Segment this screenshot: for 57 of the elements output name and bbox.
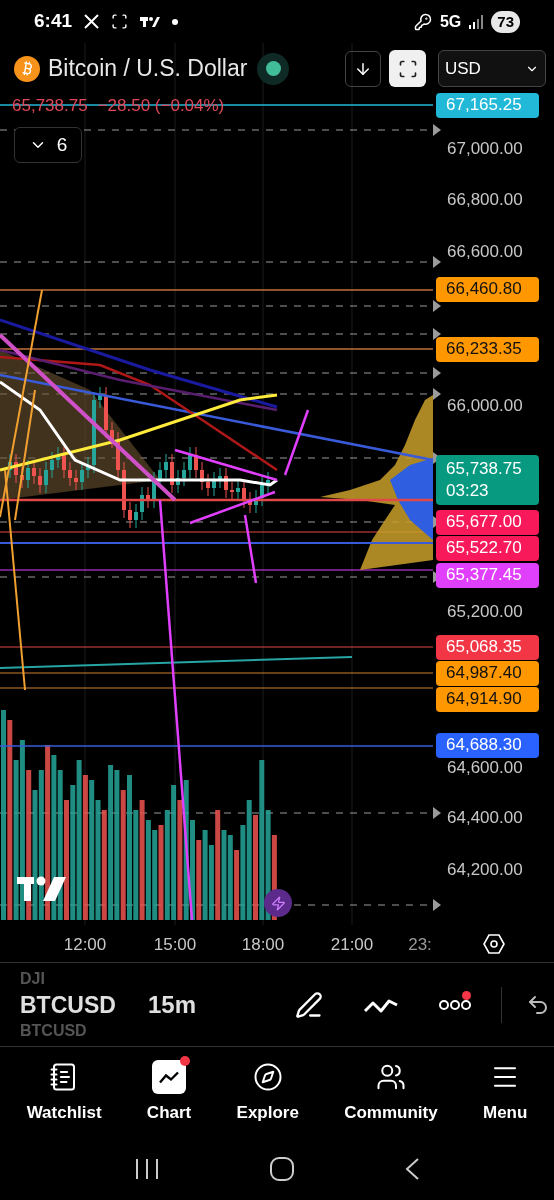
lightning-icon <box>270 895 286 911</box>
price-tag-value: 65,738.75 <box>446 458 523 480</box>
interval-label[interactable]: 15m <box>148 986 197 1023</box>
price-tick: 66,600.00 <box>447 242 523 262</box>
price-tag-value: 65,522.70 <box>446 537 523 559</box>
settings-icon[interactable] <box>482 932 506 956</box>
back-icon[interactable] <box>403 1157 420 1181</box>
clock: 6:41 <box>34 9 73 34</box>
bitcoin-icon <box>14 55 40 82</box>
logo-icon <box>17 875 67 903</box>
time-tick: 18:00 <box>241 934 285 956</box>
more-icon[interactable] <box>439 998 471 1011</box>
recent-apps-icon[interactable] <box>134 1158 161 1180</box>
nav-tab[interactable]: Chart <box>146 1060 192 1126</box>
price-tick: 67,000.00 <box>447 139 523 159</box>
time-tick: 23: <box>408 934 432 956</box>
nav-tab[interactable]: Community <box>344 1060 438 1126</box>
indicators-toggle[interactable]: 6 <box>14 127 82 163</box>
logo-icon <box>140 15 161 28</box>
nav-tab[interactable]: Explore <box>236 1060 299 1126</box>
symbol-option[interactable]: BTCUSD <box>20 991 130 1018</box>
price-tag-value: 64,688.30 <box>446 734 523 756</box>
countdown: 03:23 <box>446 480 490 502</box>
network-type: 5G <box>439 11 462 32</box>
x-logo-icon <box>84 14 100 29</box>
price-tag-value: 64,914.90 <box>446 688 523 710</box>
nav-tab[interactable]: Menu <box>482 1060 528 1126</box>
time-tick: 12:00 <box>63 934 107 956</box>
price-tag-value: 65,677.00 <box>446 511 523 533</box>
fullscreen-button[interactable] <box>389 50 426 87</box>
nav-tab[interactable]: Watchlist <box>26 1060 102 1126</box>
signal-icon <box>469 14 484 29</box>
time-tick: 21:00 <box>330 934 374 956</box>
key-icon <box>413 12 432 31</box>
lightning-button[interactable] <box>264 889 292 917</box>
dot-icon <box>172 18 179 25</box>
price-tag-value: 67,165.25 <box>446 94 523 116</box>
price-tick: 64,600.00 <box>447 758 523 778</box>
screenshot-icon <box>111 13 129 30</box>
fullscreen-icon <box>397 58 418 79</box>
price-tag-value: 64,987.40 <box>446 662 523 684</box>
price-tick: 64,200.00 <box>447 860 523 880</box>
home-icon[interactable] <box>269 1156 295 1182</box>
currency-select[interactable]: USD <box>438 50 546 87</box>
price-tag-value: 65,068.35 <box>446 636 523 658</box>
price-tag-value: 66,233.35 <box>446 338 523 360</box>
battery-indicator: 73 <box>491 10 520 33</box>
time-tick: 15:00 <box>153 934 197 956</box>
price-tag-value: 65,377.45 <box>446 564 523 586</box>
scroll-down-button[interactable] <box>345 50 381 87</box>
price-tick: 66,800.00 <box>447 190 523 210</box>
price-tag-value: 66,460.80 <box>446 278 523 300</box>
price-tick: 64,400.00 <box>447 808 523 828</box>
price-tick: 66,000.00 <box>447 396 523 416</box>
price-tick: 65,200.00 <box>447 602 523 622</box>
symbol-title: Bitcoin / U.S. Dollar <box>48 54 248 84</box>
draw-icon[interactable] <box>295 990 323 1019</box>
